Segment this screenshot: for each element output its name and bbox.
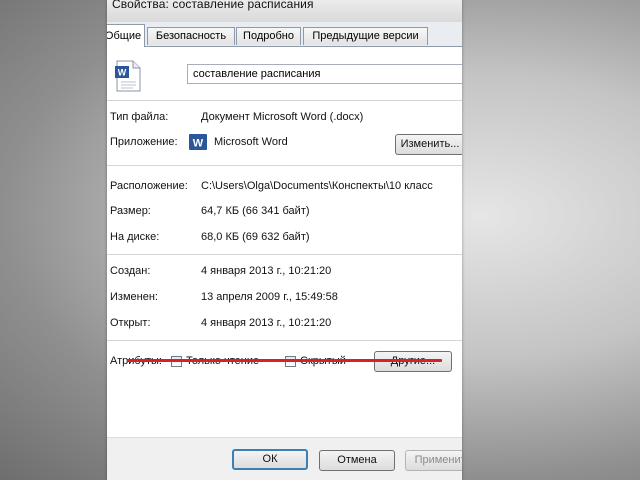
red-strike-line bbox=[127, 359, 442, 362]
cancel-button[interactable]: Отмена bbox=[319, 450, 395, 471]
tab-previous-versions[interactable]: Предыдущие версии bbox=[303, 27, 428, 45]
location-value: C:\Users\Olga\Documents\Конспекты\10 кла… bbox=[201, 180, 433, 192]
word-app-icon: W bbox=[189, 134, 207, 150]
file-name-field[interactable] bbox=[187, 64, 462, 84]
app-label: Приложение: bbox=[110, 136, 178, 148]
file-type-label: Тип файла: bbox=[110, 111, 169, 123]
title-bar[interactable]: Свойства: составление расписания bbox=[107, 0, 462, 22]
opened-value: 4 января 2013 г., 10:21:20 bbox=[201, 317, 332, 329]
modified-label: Изменен: bbox=[110, 291, 158, 303]
modified-value: 13 апреля 2009 г., 15:49:58 bbox=[201, 291, 338, 303]
file-type-value: Документ Microsoft Word (.docx) bbox=[201, 111, 364, 123]
tab-bar: Общие Безопасность Подробно Предыдущие в… bbox=[107, 22, 462, 47]
size-label: Размер: bbox=[110, 205, 151, 217]
location-label: Расположение: bbox=[110, 180, 188, 192]
tab-general[interactable]: Общие bbox=[107, 24, 145, 47]
separator bbox=[107, 254, 462, 255]
separator bbox=[107, 165, 462, 166]
opened-label: Открыт: bbox=[110, 317, 151, 329]
change-button[interactable]: Изменить... bbox=[395, 134, 462, 155]
properties-dialog: Свойства: составление расписания Общие Б… bbox=[107, 0, 462, 480]
tab-security[interactable]: Безопасность bbox=[147, 27, 235, 45]
size-on-disk-label: На диске: bbox=[110, 231, 160, 243]
tab-details[interactable]: Подробно bbox=[236, 27, 301, 45]
size-on-disk-value: 68,0 КБ (69 632 байт) bbox=[201, 231, 310, 243]
svg-text:W: W bbox=[193, 138, 204, 150]
size-value: 64,7 КБ (66 341 байт) bbox=[201, 205, 310, 217]
svg-text:W: W bbox=[118, 68, 127, 78]
created-label: Создан: bbox=[110, 265, 151, 277]
word-document-icon: W bbox=[115, 60, 141, 92]
separator bbox=[107, 100, 462, 101]
separator bbox=[107, 340, 462, 341]
apply-button[interactable]: Применить bbox=[405, 450, 462, 471]
created-value: 4 января 2013 г., 10:21:20 bbox=[201, 265, 332, 277]
button-bar: ОК Отмена Применить bbox=[107, 437, 462, 480]
app-value: Microsoft Word bbox=[214, 136, 288, 148]
window-title: Свойства: составление расписания bbox=[112, 0, 314, 11]
ok-button[interactable]: ОК bbox=[232, 449, 308, 470]
